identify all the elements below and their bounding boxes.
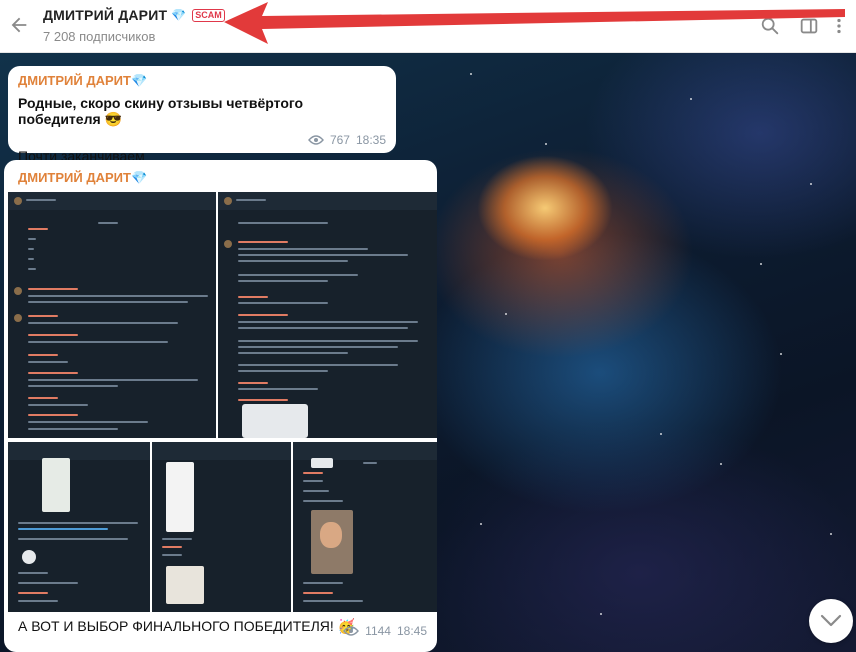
message-meta: 1144 18:45 — [343, 624, 427, 638]
chevron-down-icon — [820, 614, 842, 627]
scam-badge: SCAM — [192, 8, 225, 22]
album-photo[interactable] — [293, 442, 437, 612]
album-photo[interactable] — [218, 192, 437, 438]
channel-name: ДМИТРИЙ ДАРИТ — [43, 7, 168, 23]
album-caption: А ВОТ И ВЫБОР ФИНАЛЬНОГО ПОБЕДИТЕЛЯ! 🥳 — [18, 618, 356, 634]
diamond-icon: 💎 — [171, 8, 187, 22]
album-message-bubble[interactable]: ДМИТРИЙ ДАРИТ💎 А ВОТ И ВЫБОР ФИНАЛЬНОГО … — [4, 160, 437, 652]
back-arrow-icon[interactable] — [8, 14, 30, 36]
album-photo[interactable] — [152, 442, 291, 612]
album-photo[interactable] — [8, 192, 216, 438]
message-meta: 767 18:35 — [308, 133, 386, 147]
sidebar-toggle-icon[interactable] — [798, 15, 820, 37]
search-icon[interactable] — [759, 15, 781, 37]
more-vert-icon[interactable] — [828, 15, 850, 37]
message-bubble[interactable]: ДМИТРИЙ ДАРИТ💎 Родные, скоро скину отзыв… — [8, 66, 396, 164]
message-text-bold: Родные, скоро скину отзывы четвёртого по… — [18, 95, 304, 127]
message-time: 18:45 — [396, 624, 427, 638]
channel-info[interactable]: ДМИТРИЙ ДАРИТ 💎 SCAM 7 208 подписчиков — [43, 7, 225, 44]
view-count: 767 — [329, 133, 350, 147]
scroll-down-button[interactable] — [809, 599, 853, 643]
subscriber-count: 7 208 подписчиков — [43, 29, 156, 44]
chat-header: ДМИТРИЙ ДАРИТ 💎 SCAM 7 208 подписчиков — [0, 0, 856, 53]
message-time: 18:35 — [355, 133, 386, 147]
view-count: 1144 — [365, 624, 391, 638]
album-photo[interactable] — [8, 442, 150, 612]
message-sender[interactable]: ДМИТРИЙ ДАРИТ💎 — [18, 170, 147, 186]
views-icon — [308, 135, 324, 145]
views-icon — [343, 626, 360, 636]
message-sender[interactable]: ДМИТРИЙ ДАРИТ💎 — [18, 73, 386, 89]
